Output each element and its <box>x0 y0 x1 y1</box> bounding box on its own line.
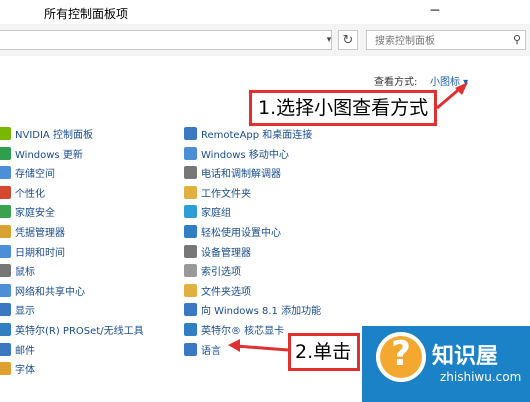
item-label: NVIDIA 控制面板 <box>15 130 93 141</box>
toolbar: ▾ ↻ ⚲ <box>0 24 530 56</box>
item-label: 家庭安全 <box>15 208 55 220</box>
item-label: 字体 <box>15 365 35 377</box>
control-panel-item[interactable]: 显示 <box>0 302 35 318</box>
intel-graphics-icon <box>184 323 197 336</box>
control-panel-item[interactable]: 工作文件夹 <box>184 185 251 201</box>
control-panel-item[interactable]: 文件夹选项 <box>184 283 251 299</box>
item-label: 索引选项 <box>201 267 241 279</box>
homegroup-icon <box>184 205 197 219</box>
control-panel-item[interactable]: 轻松使用设置中心 <box>184 224 281 240</box>
personalization-icon <box>0 185 11 199</box>
control-panel-item[interactable]: 英特尔(R) PROSet/无线工具 <box>0 322 144 338</box>
arrowhead-step2 <box>228 339 240 352</box>
watermark-logo: ? 知识屋 zhishiwu.com <box>362 326 530 402</box>
control-panel-item[interactable]: 电话和调制解调器 <box>184 165 281 181</box>
add-features-icon <box>184 303 197 317</box>
control-panel-item[interactable]: 字体 <box>0 361 35 377</box>
device-manager-icon <box>184 244 197 258</box>
mail-icon <box>0 342 11 356</box>
item-label: Windows 移动中心 <box>201 149 289 161</box>
control-panel-item[interactable]: RemoteApp 和桌面连接 <box>184 126 312 142</box>
remoteapp-icon <box>184 127 197 140</box>
control-panel-item[interactable]: 英特尔® 核芯显卡 <box>184 322 284 338</box>
item-label: 鼠标 <box>15 267 35 279</box>
arrow-step2 <box>235 344 289 352</box>
clock-icon <box>0 244 11 258</box>
control-panel-item[interactable]: 家庭安全 <box>0 204 55 220</box>
control-panel-item[interactable]: 语言 <box>184 342 221 358</box>
item-label: RemoteApp 和桌面连接 <box>201 130 313 141</box>
minimize-button[interactable]: ─ <box>420 0 450 22</box>
address-bar[interactable] <box>0 30 332 50</box>
logo-url: zhishiwu.com <box>440 370 522 384</box>
view-by-label: 查看方式: <box>374 77 418 88</box>
annotation-step1: 1.选择小图查看方式 <box>249 90 437 126</box>
control-panel-item[interactable]: 网络和共享中心 <box>0 283 85 299</box>
family-safety-icon <box>0 205 11 219</box>
logo-question-mark: ? <box>391 334 411 374</box>
folder-icon <box>184 185 197 199</box>
control-panel-item[interactable]: 设备管理器 <box>184 244 251 260</box>
item-label: 邮件 <box>15 345 35 357</box>
phone-icon <box>184 166 197 180</box>
item-label: 凭据管理器 <box>15 228 65 239</box>
item-label: Windows 更新 <box>15 149 83 161</box>
item-label: 日期和时间 <box>15 247 65 259</box>
font-icon <box>0 362 11 376</box>
control-panel-item[interactable]: 个性化 <box>0 185 45 201</box>
language-icon <box>184 342 197 356</box>
control-panel-item[interactable]: 凭据管理器 <box>0 224 65 240</box>
item-label: 家庭组 <box>201 208 231 220</box>
search-input[interactable] <box>373 32 505 50</box>
mobility-center-icon <box>184 146 197 160</box>
credential-icon <box>0 225 11 238</box>
control-panel-item[interactable]: 家庭组 <box>184 204 231 220</box>
search-box[interactable]: ⚲ <box>366 30 526 50</box>
item-label: 网络和共享中心 <box>15 286 85 298</box>
item-label: 显示 <box>15 306 35 318</box>
mouse-icon <box>0 264 11 278</box>
search-icon[interactable]: ⚲ <box>513 33 521 46</box>
display-icon <box>0 303 11 317</box>
item-label: 设备管理器 <box>201 247 251 259</box>
annotation-step2: 2.单击 <box>288 333 360 371</box>
control-panel-item[interactable]: 鼠标 <box>0 263 35 279</box>
ease-of-access-icon <box>184 225 197 238</box>
item-label: 存储空间 <box>15 169 55 181</box>
item-label: 工作文件夹 <box>201 188 251 200</box>
item-label: 英特尔(R) PROSet/无线工具 <box>15 326 144 337</box>
indexing-icon <box>184 264 197 278</box>
window-title: 所有控制面板项 <box>44 7 129 21</box>
address-dropdown-icon[interactable]: ▾ <box>322 30 336 50</box>
title-bar: 所有控制面板项 ─ <box>0 0 530 24</box>
arrow-step1 <box>436 84 464 110</box>
control-panel-item[interactable]: 邮件 <box>0 342 35 358</box>
windows-update-icon <box>0 146 11 160</box>
item-label: 文件夹选项 <box>201 286 251 298</box>
control-panel-item[interactable]: NVIDIA 控制面板 <box>0 126 93 142</box>
control-panel-item[interactable]: Windows 移动中心 <box>184 146 289 162</box>
control-panel-item[interactable]: 日期和时间 <box>0 244 65 260</box>
control-panel-item[interactable]: 索引选项 <box>184 263 241 279</box>
control-panel-item[interactable]: Windows 更新 <box>0 146 83 162</box>
item-label: 轻松使用设置中心 <box>201 228 281 239</box>
item-label: 英特尔® 核芯显卡 <box>201 326 285 337</box>
item-label: 电话和调制解调器 <box>201 169 281 181</box>
view-by-dropdown[interactable]: 小图标 ▾ <box>430 73 468 88</box>
network-icon <box>0 283 11 297</box>
item-label: 语言 <box>201 345 221 357</box>
control-panel-item[interactable]: 存储空间 <box>0 165 55 181</box>
item-label: 向 Windows 8.1 添加功能 <box>201 306 322 318</box>
control-panel-item[interactable]: 向 Windows 8.1 添加功能 <box>184 302 321 318</box>
item-label: 个性化 <box>15 188 45 200</box>
logo-name: 知识屋 <box>432 344 499 369</box>
nvidia-icon <box>0 127 11 140</box>
folder-options-icon <box>184 283 197 297</box>
storage-icon <box>0 166 11 180</box>
intel-wireless-icon <box>0 323 11 336</box>
refresh-icon[interactable]: ↻ <box>338 30 358 50</box>
